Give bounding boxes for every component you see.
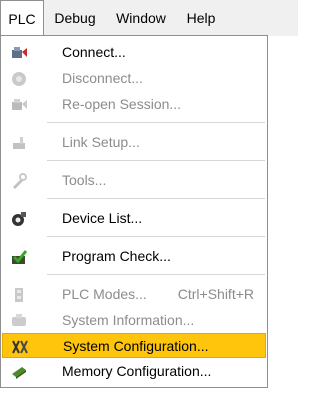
menu-help[interactable]: Help	[176, 0, 226, 36]
disconnect-icon	[10, 70, 28, 88]
system-information-icon	[10, 312, 28, 330]
memory-configuration-icon	[10, 363, 28, 381]
menu-bar: PLC Debug Window Help	[0, 0, 298, 36]
menu-item-label: Device List...	[62, 210, 143, 226]
menu-item-tools[interactable]: Tools...	[2, 168, 266, 193]
menu-plc[interactable]: PLC	[0, 0, 44, 36]
separator	[47, 236, 265, 237]
tools-icon	[10, 172, 28, 190]
program-check-icon	[10, 248, 28, 266]
separator	[47, 198, 265, 199]
menu-item-label: System Configuration...	[63, 338, 209, 354]
connect-icon	[10, 44, 28, 62]
separator	[47, 274, 265, 275]
system-configuration-icon	[11, 338, 29, 356]
menu-item-connect[interactable]: Connect...	[2, 40, 266, 65]
menu-item-label: Program Check...	[62, 248, 171, 264]
menu-item-plc-modes[interactable]: PLC Modes... Ctrl+Shift+R	[2, 282, 266, 307]
menu-window[interactable]: Window	[106, 0, 176, 36]
menu-debug[interactable]: Debug	[44, 0, 106, 36]
menu-item-label: Tools...	[62, 172, 107, 188]
menu-item-label: Link Setup...	[62, 134, 140, 150]
menu-item-system-information[interactable]: System Information...	[2, 308, 266, 333]
device-list-icon	[10, 210, 28, 228]
link-setup-icon	[10, 134, 28, 152]
menu-item-system-configuration[interactable]: System Configuration...	[2, 333, 266, 358]
menu-item-label: Connect...	[62, 44, 126, 60]
separator	[47, 160, 265, 161]
menu-item-label: Disconnect...	[62, 70, 143, 86]
plc-modes-icon	[10, 286, 28, 304]
menu-item-label: System Information...	[62, 312, 195, 328]
menu-item-label: Re-open Session...	[62, 96, 182, 112]
plc-dropdown-menu: Connect... Disconnect... Re-open Session…	[0, 35, 268, 388]
menu-item-label: PLC Modes...	[62, 286, 147, 302]
menu-item-reopen-session[interactable]: Re-open Session...	[2, 92, 266, 117]
menu-item-program-check[interactable]: Program Check...	[2, 244, 266, 269]
menu-item-disconnect[interactable]: Disconnect...	[2, 66, 266, 91]
menu-item-link-setup[interactable]: Link Setup...	[2, 130, 266, 155]
reopen-session-icon	[10, 96, 28, 114]
separator	[47, 122, 265, 123]
shortcut-text: Ctrl+Shift+R	[177, 286, 254, 302]
menu-item-memory-configuration[interactable]: Memory Configuration...	[2, 359, 266, 384]
menu-item-label: Memory Configuration...	[62, 363, 212, 379]
menu-item-device-list[interactable]: Device List...	[2, 206, 266, 231]
